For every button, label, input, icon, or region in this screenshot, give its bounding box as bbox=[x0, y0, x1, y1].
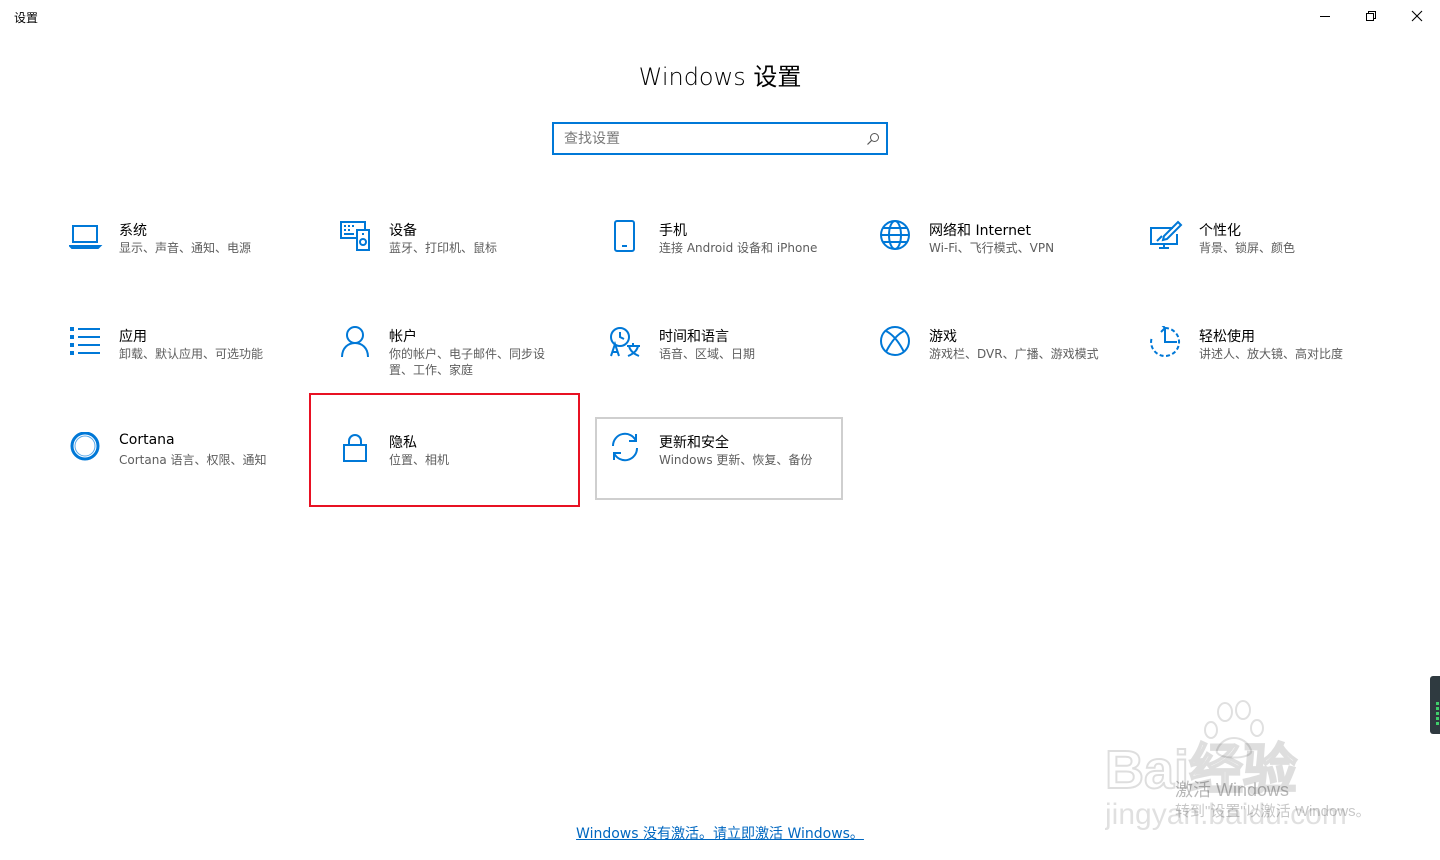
tile-name: 应用 bbox=[119, 329, 147, 345]
tile-name: Cortana bbox=[119, 432, 175, 448]
tile-desc: 蓝牙、打印机、鼠标 bbox=[389, 241, 498, 255]
minimize-button[interactable] bbox=[1302, 0, 1348, 32]
search-input[interactable] bbox=[564, 128, 854, 150]
tile-desc: 语音、区域、日期 bbox=[659, 347, 756, 361]
tile-desc: 游戏栏、DVR、广播、游戏模式 bbox=[929, 347, 1099, 361]
tile-name: 游戏 bbox=[929, 329, 957, 345]
activate-windows-link[interactable]: Windows 没有激活。请立即激活 Windows。 bbox=[0, 823, 1440, 843]
sync-icon bbox=[609, 432, 643, 466]
tile-desc: Cortana 语言、权限、通知 bbox=[119, 453, 267, 467]
tile-name: 手机 bbox=[659, 223, 687, 239]
tile-name: 网络和 Internet bbox=[929, 223, 1032, 239]
apps-list-icon bbox=[69, 326, 103, 360]
tile-name: 帐户 bbox=[389, 329, 417, 345]
title-bar: 设置 bbox=[0, 0, 1440, 32]
time-language-icon bbox=[609, 326, 643, 360]
tile-desc: Windows 更新、恢复、备份 bbox=[659, 453, 813, 467]
tile-desc: 你的帐户、电子邮件、同步设置、工作、家庭 bbox=[389, 347, 546, 377]
devices-icon bbox=[339, 220, 373, 254]
tile-desc: 背景、锁屏、颜色 bbox=[1199, 241, 1296, 255]
tile-desc: Wi-Fi、飞行模式、VPN bbox=[929, 241, 1055, 255]
tile-name: 个性化 bbox=[1199, 223, 1241, 239]
cortana-icon bbox=[69, 432, 103, 466]
restore-icon bbox=[1366, 11, 1376, 21]
person-icon bbox=[339, 326, 373, 360]
side-panel-handle[interactable] bbox=[1430, 676, 1440, 734]
search-box[interactable] bbox=[552, 122, 888, 155]
tile-desc: 显示、声音、通知、电源 bbox=[119, 241, 252, 255]
activation-watermark-sub: 转到"设置"以激活 Windows。 bbox=[1175, 803, 1371, 820]
tile-desc: 讲述人、放大镜、高对比度 bbox=[1199, 347, 1344, 361]
tile-name: 设备 bbox=[389, 223, 417, 239]
restore-button[interactable] bbox=[1348, 0, 1394, 32]
activation-watermark-title: 激活 Windows bbox=[1175, 780, 1290, 800]
close-icon bbox=[1411, 10, 1423, 22]
tile-desc: 位置、相机 bbox=[389, 453, 450, 467]
globe-icon bbox=[879, 220, 913, 254]
tile-name: 时间和语言 bbox=[659, 329, 729, 345]
minimize-icon bbox=[1320, 16, 1330, 17]
tile-name: 系统 bbox=[119, 223, 147, 239]
app-title: 设置 bbox=[14, 11, 39, 25]
tile-name: 轻松使用 bbox=[1199, 329, 1255, 345]
page-title: Windows 设置 bbox=[638, 63, 802, 91]
tile-desc: 连接 Android 设备和 iPhone bbox=[659, 241, 818, 255]
tile-name: 隐私 bbox=[389, 435, 417, 451]
tile-name: 更新和安全 bbox=[659, 435, 729, 451]
lock-icon bbox=[339, 432, 373, 466]
laptop-icon bbox=[69, 220, 103, 254]
ease-of-access-icon bbox=[1149, 326, 1183, 360]
tile-desc: 卸载、默认应用、可选功能 bbox=[119, 347, 264, 361]
phone-icon bbox=[609, 220, 643, 254]
paint-brush-icon bbox=[1149, 220, 1183, 254]
search-icon[interactable] bbox=[866, 131, 880, 150]
xbox-icon bbox=[879, 326, 913, 360]
close-button[interactable] bbox=[1394, 0, 1440, 32]
